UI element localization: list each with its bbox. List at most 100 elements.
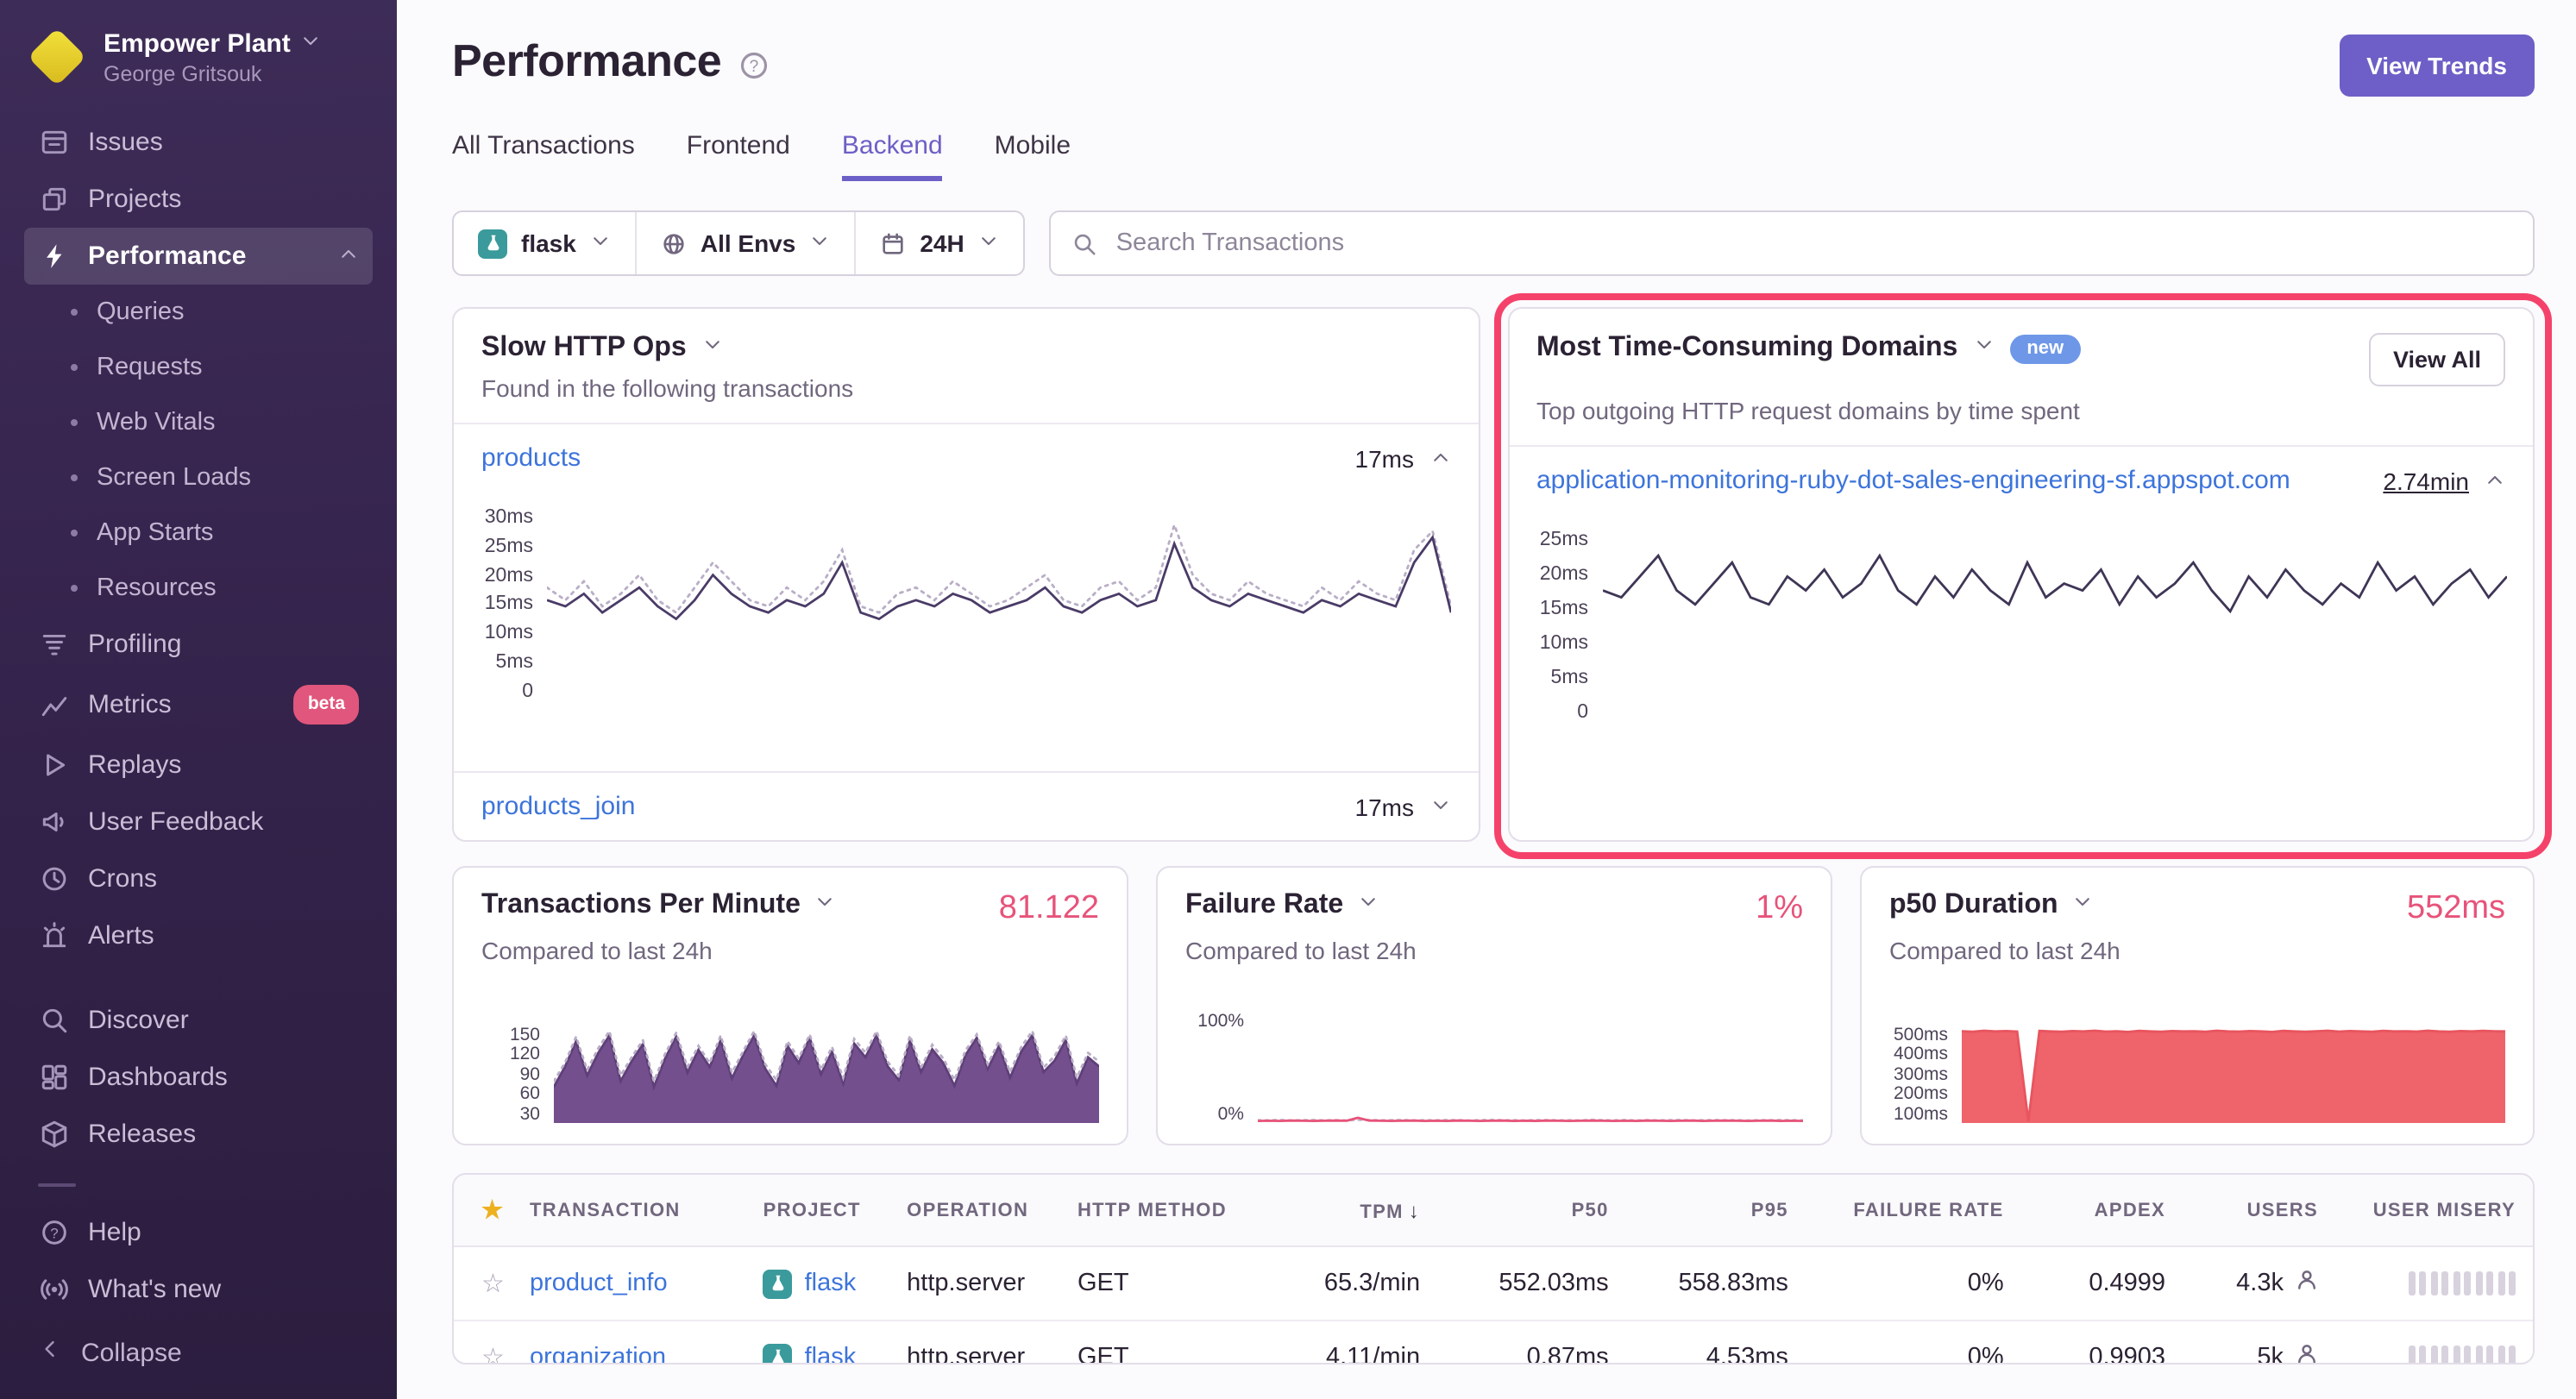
help-icon: ?: [38, 1217, 69, 1248]
environment-filter[interactable]: All Envs: [635, 212, 855, 274]
card-title-menu[interactable]: p50 Duration: [1889, 890, 2093, 921]
sidebar-item-alerts[interactable]: Alerts: [24, 907, 373, 964]
svg-text:?: ?: [49, 1225, 57, 1241]
performance-icon: [38, 241, 69, 272]
sidebar-item-issues[interactable]: Issues: [24, 114, 373, 171]
column-header-tpm[interactable]: TPM↓: [1240, 1176, 1437, 1245]
misery-segment: [2464, 1271, 2471, 1295]
column-header-user-misery[interactable]: User Misery: [2335, 1177, 2533, 1243]
sidebar-collapse[interactable]: Collapse: [24, 1323, 373, 1382]
sidebar-item-label: User Feedback: [88, 806, 263, 838]
misery-segment: [2475, 1271, 2482, 1295]
users-cell: 5k: [2183, 1321, 2335, 1364]
transaction-link-organization[interactable]: organization: [530, 1344, 666, 1364]
sidebar-item-performance[interactable]: Performance: [24, 228, 373, 285]
time-range-filter[interactable]: 24H: [854, 212, 1022, 274]
card-title: Failure Rate: [1185, 890, 1343, 921]
project-link[interactable]: flask: [805, 1270, 857, 1297]
column-header-operation[interactable]: Operation: [889, 1177, 1060, 1243]
star-toggle-icon[interactable]: ☆: [454, 1249, 512, 1318]
beta-badge: beta: [294, 685, 359, 725]
column-header-p95[interactable]: P95: [1626, 1177, 1806, 1243]
sidebar-item-app-starts[interactable]: App Starts: [24, 505, 373, 561]
tab-frontend[interactable]: Frontend: [687, 131, 790, 181]
chevron-left-icon: [38, 1337, 62, 1368]
chevron-down-icon: [978, 229, 999, 257]
sidebar-item-crons[interactable]: Crons: [24, 850, 373, 907]
project-link[interactable]: flask: [805, 1344, 857, 1364]
column-header-project[interactable]: Project: [746, 1177, 890, 1243]
org-switcher[interactable]: Empower Plant George Gritsouk: [28, 28, 369, 86]
project-filter[interactable]: flask: [454, 212, 635, 274]
transaction-link-products[interactable]: products: [481, 443, 581, 473]
column-header-transaction[interactable]: Transaction: [512, 1177, 746, 1243]
view-all-button[interactable]: View All: [2369, 333, 2505, 386]
flask-project-icon: [478, 229, 507, 258]
axis-tick-label: 30: [520, 1105, 540, 1123]
misery-segment: [2419, 1271, 2426, 1295]
view-trends-button[interactable]: View Trends: [2339, 35, 2535, 97]
slow-http-ops-title-menu[interactable]: Slow HTTP Ops: [481, 333, 723, 364]
chevron-down-icon[interactable]: [1429, 793, 1450, 820]
domain-link[interactable]: application-monitoring-ruby-dot-sales-en…: [1536, 466, 2290, 495]
user-misery-bar: [2335, 1325, 2533, 1364]
time-spent-value[interactable]: 2.74min: [2383, 467, 2469, 494]
sidebar-item-whats-new[interactable]: What's new: [24, 1261, 373, 1318]
duration-value: 17ms: [1355, 444, 1414, 472]
card-subtitle: Compared to last 24h: [1185, 937, 1803, 964]
sidebar-item-label: Alerts: [88, 919, 154, 952]
search-input[interactable]: [1113, 228, 2512, 259]
tab-all-transactions[interactable]: All Transactions: [452, 131, 635, 181]
tab-bar: All Transactions Frontend Backend Mobile: [397, 97, 2576, 181]
sidebar-item-label: Issues: [88, 126, 163, 159]
sidebar-item-screen-loads[interactable]: Screen Loads: [24, 450, 373, 505]
sidebar-item-label: Help: [88, 1216, 141, 1249]
sidebar-item-label: Projects: [88, 183, 181, 216]
sidebar-item-projects[interactable]: Projects: [24, 171, 373, 228]
y-axis: 150120906030: [481, 1026, 554, 1123]
transaction-link-product-info[interactable]: product_info: [530, 1270, 668, 1297]
filter-bar: flask All Envs 24H: [397, 181, 2576, 276]
axis-tick-label: 60: [520, 1085, 540, 1103]
misery-segment: [2464, 1346, 2471, 1364]
axis-tick-label: 25ms: [485, 538, 533, 558]
sidebar-item-resources[interactable]: Resources: [24, 561, 373, 616]
sidebar-item-web-vitals[interactable]: Web Vitals: [24, 395, 373, 450]
help-question-icon[interactable]: ?: [738, 49, 770, 80]
sidebar-item-help[interactable]: ? Help: [24, 1204, 373, 1261]
transaction-link-products-join[interactable]: products_join: [481, 792, 635, 821]
tab-mobile[interactable]: Mobile: [995, 131, 1071, 181]
column-header-apdex[interactable]: Apdex: [2021, 1177, 2183, 1243]
chevron-up-icon[interactable]: [1429, 444, 1450, 472]
metric-cards-row: Transactions Per Minute 81.122 Compared …: [397, 842, 2576, 1145]
sidebar-item-queries[interactable]: Queries: [24, 285, 373, 340]
chevron-up-icon[interactable]: [2485, 467, 2505, 494]
column-header-users[interactable]: Users: [2183, 1177, 2335, 1243]
sidebar-item-requests[interactable]: Requests: [24, 340, 373, 395]
domains-title-menu[interactable]: Most Time-Consuming Domains new: [1536, 333, 2081, 364]
chevron-up-icon: [338, 240, 359, 273]
tab-backend[interactable]: Backend: [842, 131, 943, 181]
http-method-cell: GET: [1060, 1323, 1240, 1364]
column-header-failure-rate[interactable]: Failure Rate: [1806, 1177, 2021, 1243]
operation-cell: http.server: [889, 1249, 1060, 1318]
sidebar-item-replays[interactable]: Replays: [24, 737, 373, 794]
star-toggle-icon[interactable]: ☆: [454, 1323, 512, 1364]
sidebar-item-releases[interactable]: Releases: [24, 1106, 373, 1163]
org-user: George Gritsouk: [104, 61, 322, 85]
sidebar-item-user-feedback[interactable]: User Feedback: [24, 794, 373, 850]
card-title-menu[interactable]: Failure Rate: [1185, 890, 1378, 921]
sidebar-item-metrics[interactable]: Metricsbeta: [24, 673, 373, 737]
chevron-down-icon: [809, 229, 830, 257]
sidebar-item-profiling[interactable]: Profiling: [24, 616, 373, 673]
tpm-cell: 4.11/min: [1240, 1323, 1437, 1364]
sidebar-item-discover[interactable]: Discover: [24, 992, 373, 1049]
failure-rate-card: Failure Rate 1% Compared to last 24h 100…: [1156, 866, 1832, 1145]
axis-tick-label: 120: [510, 1046, 540, 1064]
sidebar-item-dashboards[interactable]: Dashboards: [24, 1049, 373, 1106]
column-header-p50[interactable]: P50: [1437, 1177, 1626, 1243]
sidebar-item-label: What's new: [88, 1273, 221, 1306]
card-title-menu[interactable]: Transactions Per Minute: [481, 890, 835, 921]
column-header-http-method[interactable]: HTTP Method: [1060, 1177, 1240, 1243]
misery-segment: [2486, 1271, 2493, 1295]
